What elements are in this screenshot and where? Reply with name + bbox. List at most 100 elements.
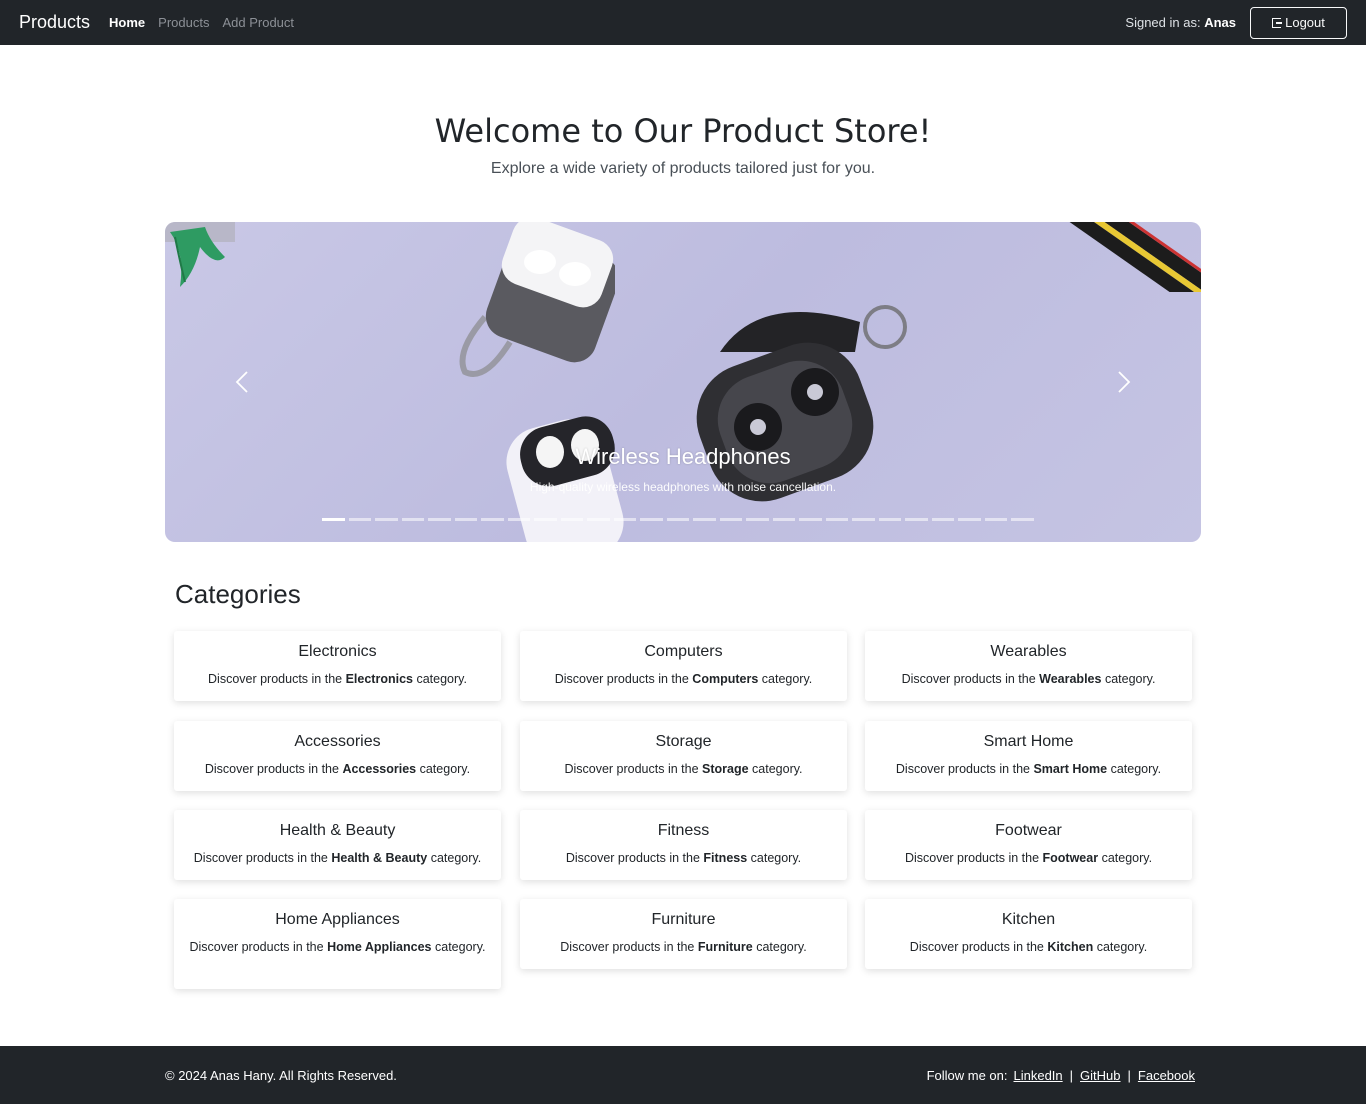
nav-link-home[interactable]: Home: [109, 15, 145, 30]
carousel-indicator[interactable]: [481, 518, 504, 521]
carousel-indicator[interactable]: [746, 518, 769, 521]
category-card[interactable]: Furniture Discover products in the Furnit…: [520, 899, 847, 969]
carousel-indicator[interactable]: [984, 518, 1007, 521]
category-desc-name: Computers: [692, 672, 759, 686]
category-desc-name: Health & Beauty: [331, 851, 428, 865]
category-card-text: Discover products in the Home Appliances…: [174, 938, 501, 957]
category-desc-suffix: category.: [430, 851, 482, 865]
footer-link-linkedin[interactable]: LinkedIn: [1014, 1068, 1063, 1083]
earbuds-case-white: [506, 416, 624, 542]
category-card-text: Discover products in the Health & Beauty…: [174, 849, 501, 868]
nav-link-add-product[interactable]: Add Product: [222, 15, 294, 30]
footer-separator: |: [1127, 1068, 1131, 1083]
category-card[interactable]: Electronics Discover products in the Elec…: [174, 631, 501, 701]
category-desc-suffix: category.: [1096, 940, 1148, 954]
category-desc-suffix: category.: [1104, 672, 1156, 686]
carousel-indicator[interactable]: [931, 518, 954, 521]
carousel-indicator[interactable]: [905, 518, 928, 521]
category-card[interactable]: Accessories Discover products in the Acce…: [174, 721, 501, 791]
carousel-indicator[interactable]: [613, 518, 636, 521]
carousel-indicator[interactable]: [640, 518, 663, 521]
carousel-indicator[interactable]: [534, 518, 557, 521]
carousel-indicator[interactable]: [428, 518, 451, 521]
category-desc-name: Accessories: [342, 762, 417, 776]
category-desc-name: Furniture: [697, 940, 753, 954]
carousel-indicator[interactable]: [719, 518, 742, 521]
category-card[interactable]: Storage Discover products in the Storage …: [520, 721, 847, 791]
category-card[interactable]: Fitness Discover products in the Fitness …: [520, 810, 847, 880]
carousel-indicator[interactable]: [958, 518, 981, 521]
carousel-slide-title: Wireless Headphones: [575, 444, 791, 469]
carousel-indicator[interactable]: [587, 518, 610, 521]
category-desc-suffix: category.: [416, 672, 467, 686]
carousel-indicator[interactable]: [825, 518, 848, 521]
carousel-slide-description: High-quality wireless headphones with no…: [529, 480, 837, 494]
carousel-indicator[interactable]: [401, 518, 424, 521]
footer: © 2024 Anas Hany. All Rights Reserved. F…: [0, 1046, 1366, 1104]
category-desc-suffix: category.: [435, 940, 486, 954]
carousel-indicator[interactable]: [1011, 518, 1034, 521]
category-card[interactable]: Kitchen Discover products in the Kitchen …: [865, 899, 1192, 969]
category-card-title: Wearables: [990, 643, 1067, 660]
category-card[interactable]: Footwear Discover products in the Footwea…: [865, 810, 1192, 880]
category-card-title: Kitchen: [1001, 911, 1056, 928]
category-card-text: Discover products in the Smart Home cate…: [865, 760, 1192, 779]
category-card[interactable]: Wearables Discover products in the Wearab…: [865, 631, 1192, 701]
category-desc-suffix: category.: [419, 762, 471, 776]
navbar-brand[interactable]: Products: [19, 12, 90, 33]
category-card-text: Discover products in the Storage categor…: [520, 760, 847, 779]
signed-in-prefix: Signed in as:: [1125, 15, 1201, 30]
carousel-indicator[interactable]: [852, 518, 875, 521]
carousel-indicator[interactable]: [772, 518, 795, 521]
category-desc-prefix: Discover products in the: [193, 851, 328, 865]
category-desc-suffix: category.: [1110, 762, 1162, 776]
category-desc-prefix: Discover products in the: [204, 762, 339, 776]
category-desc-name: Fitness: [703, 851, 748, 865]
category-card-title: Storage: [655, 733, 712, 750]
category-desc-name: Storage: [702, 762, 749, 776]
category-card[interactable]: Smart Home Discover products in the Smart…: [865, 721, 1192, 791]
category-card-text: Discover products in the Furniture categ…: [520, 938, 847, 957]
carousel-indicator[interactable]: [375, 518, 398, 521]
category-card-text: Discover products in the Fitness categor…: [520, 849, 847, 868]
carousel-indicator[interactable]: [322, 518, 345, 521]
footer-copyright: © 2024 Anas Hany. All Rights Reserved.: [165, 1068, 397, 1083]
plant-decoration: [165, 222, 235, 287]
category-card[interactable]: Health & Beauty Discover products in the …: [174, 810, 501, 880]
earbuds-case-grey: [459, 222, 615, 377]
carousel-indicator[interactable]: [454, 518, 477, 521]
carousel-indicator[interactable]: [799, 518, 822, 521]
carousel-indicator[interactable]: [878, 518, 901, 521]
category-card-title: Fitness: [657, 822, 710, 839]
category-desc-name: Electronics: [345, 672, 413, 686]
category-card[interactable]: Home Appliances Discover products in the …: [174, 899, 501, 989]
category-card-title: Electronics: [298, 643, 377, 660]
category-desc-suffix: category.: [750, 851, 802, 865]
logout-button[interactable]: Logout: [1250, 6, 1347, 39]
footer-follow-label: Follow me on:: [926, 1068, 1008, 1083]
category-desc-prefix: Discover products in the: [901, 672, 1036, 686]
carousel-indicator[interactable]: [348, 518, 371, 521]
carousel-indicator[interactable]: [560, 518, 583, 521]
category-card[interactable]: Computers Discover products in the Comput…: [520, 631, 847, 701]
category-card-title: Accessories: [294, 733, 381, 750]
carousel-indicator[interactable]: [666, 518, 689, 521]
category-desc-prefix: Discover products in the: [554, 672, 689, 686]
nav-link-products[interactable]: Products: [158, 15, 209, 30]
category-card-text: Discover products in the Electronics cat…: [174, 670, 501, 689]
footer-link-github[interactable]: GitHub: [1080, 1068, 1120, 1083]
category-card-title: Smart Home: [983, 733, 1074, 750]
carousel-prev-chevron-left-icon[interactable]: [231, 370, 255, 394]
category-card-text: Discover products in the Computers categ…: [520, 670, 847, 689]
earbuds-case-black: [696, 305, 907, 502]
category-card-text: Discover products in the Footwear catego…: [865, 849, 1192, 868]
carousel-indicator[interactable]: [693, 518, 716, 521]
category-desc-prefix: Discover products in the: [560, 940, 695, 954]
carousel-next-chevron-right-icon[interactable]: [1111, 370, 1135, 394]
category-desc-prefix: Discover products in the: [895, 762, 1030, 776]
carousel-indicator[interactable]: [507, 518, 530, 521]
footer-link-facebook[interactable]: Facebook: [1138, 1068, 1195, 1083]
category-desc-prefix: Discover products in the: [564, 762, 699, 776]
logout-icon: [1272, 17, 1283, 28]
category-desc-suffix: category.: [752, 762, 803, 776]
